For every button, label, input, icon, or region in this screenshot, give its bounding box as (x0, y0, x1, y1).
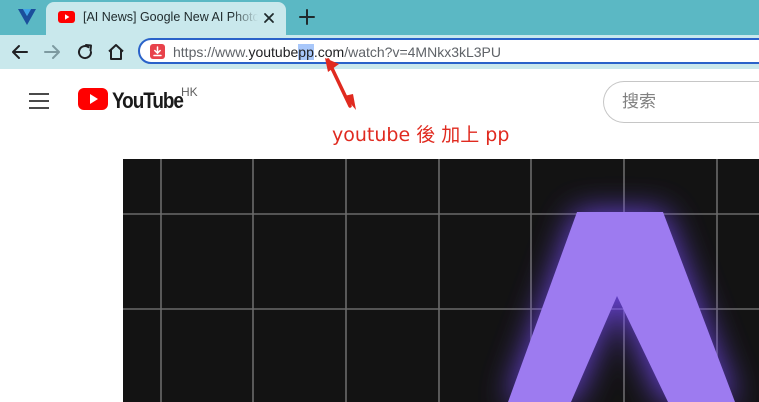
tab-active[interactable]: [AI News] Google New AI Photo (46, 2, 286, 35)
url-domain: youtube (248, 44, 299, 60)
address-bar[interactable]: https://www.youtubepp.com/watch?v=4MNkx3… (138, 38, 759, 64)
download-icon (153, 46, 162, 57)
video-player[interactable] (123, 159, 759, 402)
menu-icon[interactable] (28, 91, 50, 111)
reload-icon[interactable] (75, 42, 95, 62)
youtube-wordmark[interactable]: YouTube (112, 88, 184, 114)
annotation-text: youtube 後 加上 pp (332, 124, 510, 146)
download-site-icon[interactable] (150, 44, 165, 59)
youtube-logo-icon[interactable] (78, 88, 108, 110)
annotation-arrow-icon (325, 58, 356, 110)
close-icon[interactable] (262, 11, 276, 25)
arrow-left-icon[interactable] (10, 42, 30, 62)
tab-title: [AI News] Google New AI Photo (83, 10, 258, 24)
app-logo-icon[interactable] (17, 8, 37, 26)
browser-toolbar: https://www.youtubepp.com/watch?v=4MNkx3… (0, 35, 759, 69)
url-scheme: https://www. (173, 44, 249, 60)
arrow-right-icon[interactable] (42, 42, 62, 62)
plus-icon[interactable] (298, 8, 316, 26)
youtube-favicon-icon (58, 11, 75, 23)
search-input[interactable] (603, 81, 759, 123)
home-icon[interactable] (106, 42, 126, 62)
url-path: /watch?v=4MNkx3kL3PU (344, 44, 502, 60)
tab-strip: [AI News] Google New AI Photo (0, 0, 759, 35)
region-code: HK (181, 85, 198, 99)
url-selected-text: pp (298, 44, 314, 60)
